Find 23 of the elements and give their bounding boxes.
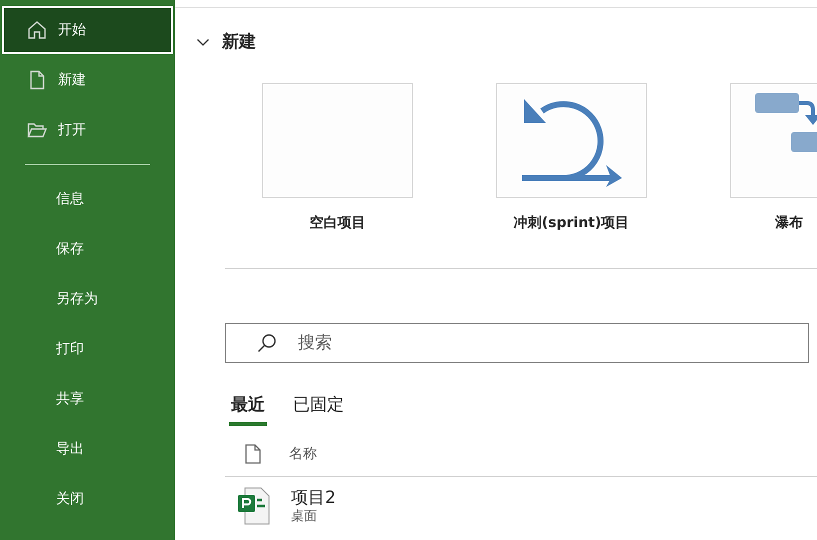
project-file-icon [237, 487, 271, 525]
tab[interactable]: 已固定 [291, 389, 346, 426]
sidebar-item[interactable]: 开始 [2, 6, 173, 54]
search-icon [256, 332, 278, 354]
sidebar-item[interactable]: 共享 [2, 375, 173, 423]
sidebar-item[interactable]: 另存为 [2, 275, 173, 323]
file-name[interactable]: 项目2 [291, 487, 336, 509]
waterfall-drawing [755, 93, 817, 152]
sidebar-item[interactable]: 新建 [2, 56, 173, 104]
column-header: 名称 [289, 445, 317, 463]
section-header[interactable]: 新建 [196, 30, 817, 53]
sidebar-item[interactable]: 打开 [2, 106, 173, 154]
sidebar-item[interactable]: 保存 [2, 225, 173, 273]
sidebar-item[interactable]: 信息 [2, 175, 173, 223]
file-location: 桌面 [291, 509, 318, 525]
search-box[interactable]: 搜索 [225, 323, 809, 363]
search-field[interactable]: 搜索 [296, 332, 808, 354]
home-icon [26, 19, 48, 41]
sidebar-item[interactable]: 关闭 [2, 475, 173, 523]
sidebar-item[interactable]: 打印 [2, 325, 173, 373]
tab[interactable]: 最近 [229, 389, 267, 426]
sidebar-item[interactable]: 导出 [2, 425, 173, 473]
document-icon [245, 444, 261, 464]
